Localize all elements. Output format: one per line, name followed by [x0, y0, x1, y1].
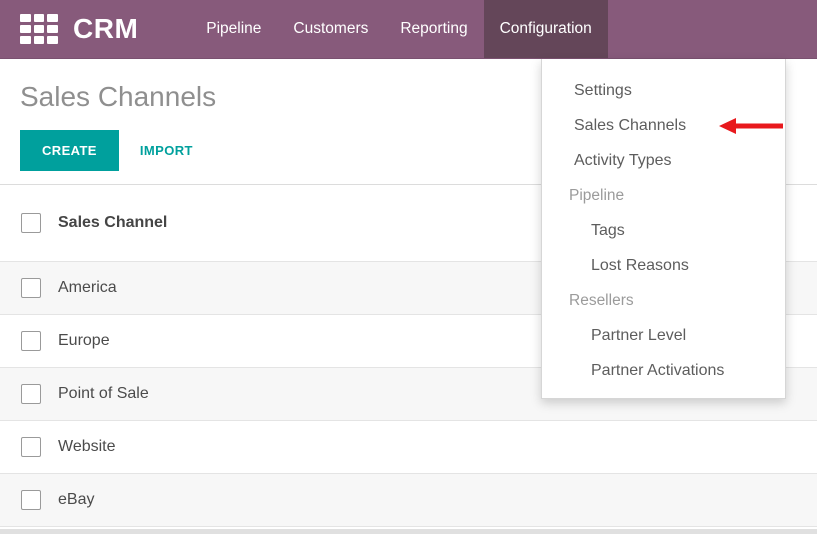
menu-section-label: Pipeline: [569, 187, 624, 205]
table-bottom-border: [0, 529, 817, 534]
menu-item-label: Lost Reasons: [591, 257, 689, 275]
row-label: Europe: [58, 332, 110, 350]
menu-section-label: Resellers: [569, 292, 634, 310]
app-title: CRM: [73, 13, 138, 45]
menu-item-partner-level[interactable]: Partner Level: [542, 318, 785, 353]
navbar-menu: Pipeline Customers Reporting Configurati…: [190, 0, 608, 58]
nav-item-configuration[interactable]: Configuration: [484, 0, 608, 58]
row-label: eBay: [58, 491, 94, 509]
menu-item-partner-activations[interactable]: Partner Activations: [542, 353, 785, 388]
apps-grid-icon[interactable]: [20, 14, 58, 45]
row-label: Website: [58, 438, 116, 456]
nav-item-customers[interactable]: Customers: [277, 0, 384, 58]
table-row-website[interactable]: Website: [0, 421, 817, 474]
menu-section-pipeline: Pipeline: [542, 178, 785, 213]
nav-item-pipeline[interactable]: Pipeline: [190, 0, 277, 58]
row-checkbox[interactable]: [21, 490, 41, 510]
column-header-sales-channel[interactable]: Sales Channel: [58, 214, 167, 232]
top-navbar: CRM Pipeline Customers Reporting Configu…: [0, 0, 817, 59]
menu-item-label: Partner Activations: [591, 362, 724, 380]
menu-item-label: Sales Channels: [574, 117, 686, 135]
row-checkbox[interactable]: [21, 384, 41, 404]
menu-item-label: Partner Level: [591, 327, 686, 345]
red-arrow-icon: [717, 116, 783, 136]
row-checkbox[interactable]: [21, 331, 41, 351]
nav-item-reporting[interactable]: Reporting: [384, 0, 483, 58]
menu-item-tags[interactable]: Tags: [542, 213, 785, 248]
row-checkbox[interactable]: [21, 437, 41, 457]
select-all-checkbox[interactable]: [21, 213, 41, 233]
configuration-dropdown-menu: Settings Sales Channels Activity Types P…: [541, 59, 786, 399]
menu-item-lost-reasons[interactable]: Lost Reasons: [542, 248, 785, 283]
menu-item-label: Settings: [574, 82, 632, 100]
import-button[interactable]: IMPORT: [140, 143, 193, 158]
table-row-ebay[interactable]: eBay: [0, 474, 817, 527]
menu-item-label: Activity Types: [574, 152, 672, 170]
row-checkbox[interactable]: [21, 278, 41, 298]
menu-section-resellers: Resellers: [542, 283, 785, 318]
row-label: America: [58, 279, 117, 297]
menu-item-activity-types[interactable]: Activity Types: [542, 143, 785, 178]
row-label: Point of Sale: [58, 385, 149, 403]
create-button[interactable]: CREATE: [20, 130, 119, 171]
menu-item-sales-channels[interactable]: Sales Channels: [542, 108, 785, 143]
menu-item-label: Tags: [591, 222, 625, 240]
menu-item-settings[interactable]: Settings: [542, 73, 785, 108]
